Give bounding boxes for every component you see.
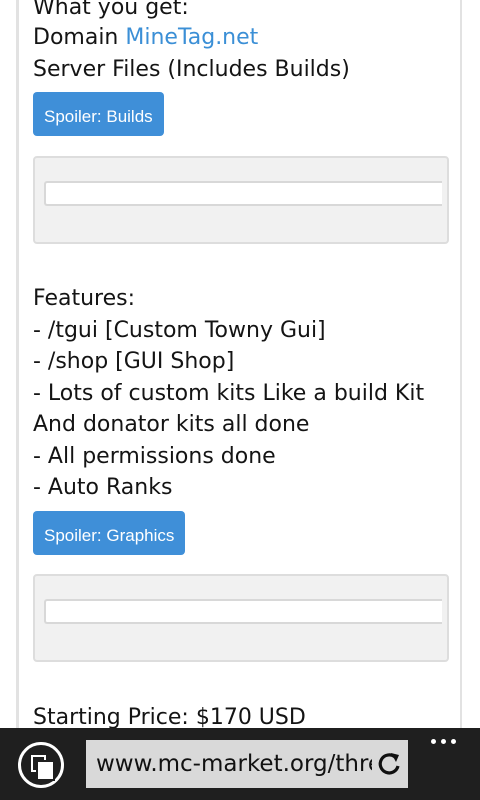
spoiler-graphics-inner: [44, 599, 442, 624]
domain-line: Domain MineTag.net: [33, 22, 258, 53]
spoiler-graphics-content: [33, 574, 449, 662]
spoiler-graphics-button[interactable]: Spoiler: Graphics: [33, 511, 186, 555]
address-bar[interactable]: www.mc-market.org/threads/: [86, 740, 408, 788]
feature-item: - Auto Ranks: [33, 475, 173, 500]
refresh-icon[interactable]: [372, 740, 408, 788]
features-heading: Features:: [33, 286, 136, 311]
address-text: www.mc-market.org/threads/: [96, 751, 408, 777]
spoiler-builds-button[interactable]: Spoiler: Builds: [33, 92, 164, 136]
domain-link[interactable]: MineTag.net: [125, 25, 258, 50]
browser-bottom-bar: www.mc-market.org/threads/: [0, 728, 480, 800]
more-dot: [441, 739, 446, 744]
more-dot: [451, 739, 456, 744]
domain-label: Domain: [33, 25, 119, 50]
server-files-text: Server Files (Includes Builds): [33, 57, 350, 82]
spoiler-builds-content: [33, 156, 449, 244]
tabs-icon[interactable]: [18, 742, 64, 788]
starting-price-text: Starting Price: $170 USD: [33, 705, 306, 728]
feature-item: - All permissions done: [33, 444, 276, 469]
more-icon[interactable]: [426, 734, 462, 750]
feature-item: - /tgui [Custom Towny Gui]: [33, 318, 326, 343]
more-dot: [431, 739, 436, 744]
what-you-get-text: What you get:: [33, 0, 189, 20]
feature-item: - /shop [GUI Shop]: [33, 349, 235, 374]
feature-item: - Lots of custom kits Like a build Kit: [33, 381, 425, 406]
tab-front-shape: [36, 760, 55, 781]
spoiler-builds-inner: [44, 181, 442, 206]
refresh-svg: [378, 753, 400, 775]
feature-item: And donator kits all done: [33, 412, 310, 437]
page-viewport[interactable]: What you get: Domain MineTag.net Server …: [0, 0, 480, 728]
